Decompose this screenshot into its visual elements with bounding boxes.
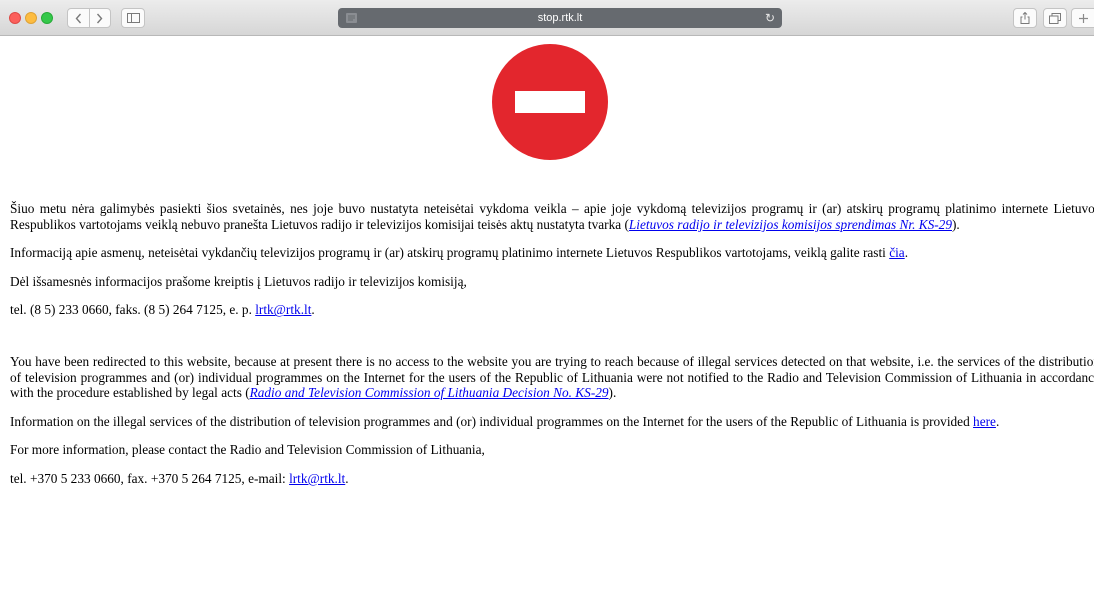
lt-contact-line: tel. (8 5) 233 0660, faks. (8 5) 264 712… — [10, 302, 1094, 318]
minimize-window-button[interactable] — [25, 12, 37, 24]
tab-overview-button[interactable] — [1043, 8, 1067, 28]
lt-decision-link[interactable]: Lietuvos radijo ir televizijos komisijos… — [629, 217, 952, 232]
tabs-overview-icon — [1049, 12, 1061, 24]
address-bar[interactable]: stop.rtk.lt ↻ — [338, 8, 782, 28]
lt-paragraph-1: Šiuo metu nėra galimybės pasiekti šios s… — [10, 201, 1094, 232]
lt-p2-end: . — [904, 245, 909, 261]
en-here-link[interactable]: here — [973, 414, 996, 429]
lt-contact-text: tel. (8 5) 233 0660, faks. (8 5) 264 712… — [10, 302, 256, 318]
en-email-link[interactable]: lrtk@rtk.lt — [289, 471, 345, 486]
lt-email-link[interactable]: lrtk@rtk.lt — [255, 302, 311, 317]
stop-sign-icon — [492, 44, 608, 160]
lt-p1-end: ). — [951, 216, 960, 232]
en-p2-end: . — [995, 413, 1000, 429]
maximize-window-button[interactable] — [41, 12, 53, 24]
en-p1-end: ). — [608, 385, 617, 401]
sidebar-icon — [126, 13, 140, 23]
close-window-button[interactable] — [9, 12, 21, 24]
en-contact-line: tel. +370 5 233 0660, fax. +370 5 264 71… — [10, 471, 1094, 487]
en-paragraph-1: You have been redirected to this website… — [10, 354, 1094, 401]
en-p2-text: Information on the illegal services of t… — [10, 413, 974, 429]
url-text[interactable]: stop.rtk.lt — [538, 12, 583, 24]
history-nav-group — [67, 8, 111, 28]
lt-here-link[interactable]: čia — [889, 245, 905, 260]
en-paragraph-2: Information on the illegal services of t… — [10, 414, 1094, 430]
new-tab-button[interactable] — [1071, 8, 1094, 28]
page-content: Šiuo metu nėra galimybės pasiekti šios s… — [0, 36, 1094, 607]
en-paragraph-3: For more information, please contact the… — [10, 442, 485, 458]
chevron-right-icon — [97, 13, 103, 23]
share-icon — [1020, 12, 1030, 24]
reader-icon[interactable] — [346, 13, 357, 23]
plus-icon — [1078, 13, 1088, 23]
share-button[interactable] — [1013, 8, 1037, 28]
lt-paragraph-2: Informaciją apie asmenų, neteisėtai vykd… — [10, 245, 1094, 261]
lt-p2-text: Informaciją apie asmenų, neteisėtai vykd… — [10, 245, 890, 261]
section-spacer — [10, 331, 1094, 347]
lt-contact-end: . — [311, 302, 315, 318]
browser-toolbar: stop.rtk.lt ↻ — [0, 0, 1094, 36]
notice-text: Šiuo metu nėra galimybės pasiekti šios s… — [10, 201, 1094, 500]
en-decision-link[interactable]: Radio and Television Commission of Lithu… — [250, 385, 609, 400]
back-button[interactable] — [68, 9, 89, 27]
en-contact-end: . — [345, 470, 349, 486]
reload-icon[interactable]: ↻ — [765, 11, 775, 25]
show-sidebar-button[interactable] — [121, 8, 145, 28]
lt-paragraph-3: Dėl išsamesnės informacijos prašome krei… — [10, 273, 467, 289]
forward-button[interactable] — [88, 9, 111, 27]
chevron-left-icon — [75, 13, 81, 23]
en-contact-text: tel. +370 5 233 0660, fax. +370 5 264 71… — [10, 470, 290, 486]
